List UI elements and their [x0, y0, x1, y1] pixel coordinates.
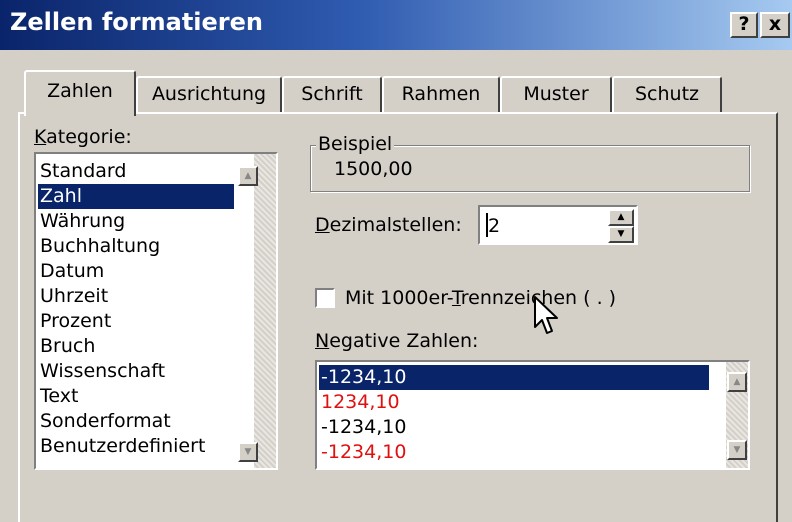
- list-item[interactable]: Text: [38, 384, 234, 409]
- list-item[interactable]: Prozent: [38, 309, 234, 334]
- help-button[interactable]: ?: [730, 12, 758, 38]
- list-item-selected[interactable]: Zahl: [38, 184, 234, 209]
- tausender-checkbox[interactable]: [315, 288, 335, 308]
- list-item-selected[interactable]: -1234,10: [319, 365, 709, 390]
- spin-up-arrow-icon[interactable]: ▲: [608, 209, 634, 226]
- mouse-pointer-icon: [534, 296, 558, 334]
- list-item[interactable]: Bruch: [38, 334, 234, 359]
- scroll-up-arrow-icon[interactable]: ▲: [238, 166, 258, 186]
- list-item[interactable]: Benutzerdefiniert: [38, 434, 234, 459]
- window-title: Zellen formatieren: [10, 8, 263, 36]
- tab-rahmen[interactable]: Rahmen: [382, 76, 500, 112]
- kategorie-label: Kategorie:: [34, 126, 132, 148]
- dezimalstellen-value: 2: [488, 215, 501, 237]
- list-item[interactable]: Uhrzeit: [38, 284, 234, 309]
- title-bar[interactable]: Zellen formatieren ? x: [0, 0, 792, 50]
- tab-ausrichtung[interactable]: Ausrichtung: [136, 76, 282, 112]
- scroll-up-arrow-icon[interactable]: ▲: [727, 372, 747, 392]
- list-item[interactable]: Datum: [38, 259, 234, 284]
- tab-zahlen[interactable]: Zahlen: [24, 70, 136, 116]
- dezimalstellen-input[interactable]: 2 ▲ ▼: [478, 205, 638, 245]
- beispiel-label: Beispiel: [316, 133, 395, 155]
- close-button[interactable]: x: [760, 12, 790, 38]
- list-item[interactable]: -1234,10: [319, 415, 709, 440]
- scroll-down-arrow-icon[interactable]: ▼: [238, 442, 258, 462]
- list-item[interactable]: Wissenschaft: [38, 359, 234, 384]
- list-item[interactable]: Buchhaltung: [38, 234, 234, 259]
- list-item[interactable]: Sonderformat: [38, 409, 234, 434]
- negative-label: Negative Zahlen:: [315, 330, 479, 352]
- kategorie-listbox[interactable]: Standard Zahl Währung Buchhaltung Datum …: [34, 152, 278, 470]
- scroll-down-arrow-icon[interactable]: ▼: [727, 440, 747, 460]
- list-item[interactable]: Standard: [38, 159, 234, 184]
- tausender-label[interactable]: Mit 1000er-Trennzeichen ( . ): [345, 287, 616, 309]
- kategorie-scrollbar[interactable]: [254, 154, 276, 468]
- dezimalstellen-label: Dezimalstellen:: [315, 214, 462, 236]
- spin-down-arrow-icon[interactable]: ▼: [608, 226, 634, 243]
- list-item[interactable]: -1234,10: [319, 440, 709, 465]
- tab-schrift[interactable]: Schrift: [282, 76, 382, 112]
- list-item[interactable]: Währung: [38, 209, 234, 234]
- tab-schutz[interactable]: Schutz: [612, 76, 722, 112]
- list-item[interactable]: 1234,10: [319, 390, 709, 415]
- tab-muster[interactable]: Muster: [500, 76, 612, 112]
- beispiel-value: 1500,00: [334, 158, 413, 180]
- negative-listbox[interactable]: -1234,10 1234,10 -1234,10 -1234,10 ▲ ▼: [315, 360, 750, 470]
